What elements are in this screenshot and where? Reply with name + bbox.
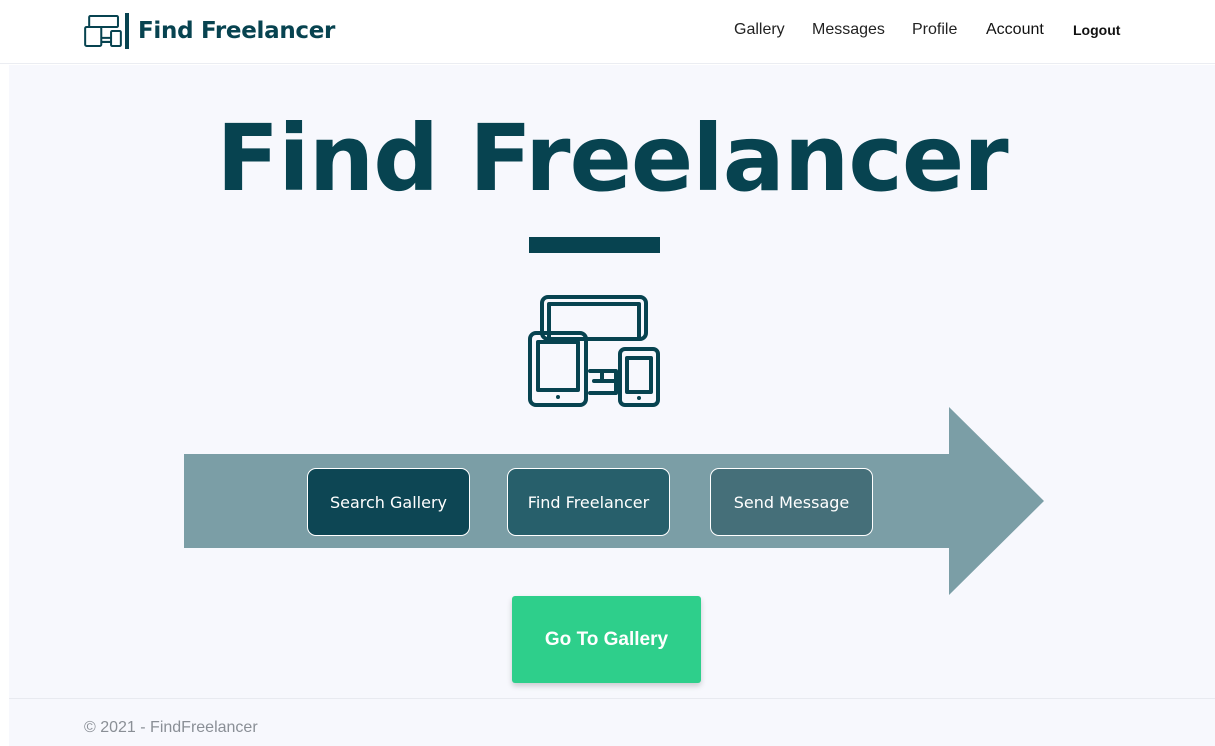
nav-messages[interactable]: Messages (812, 21, 885, 39)
find-freelancer-button[interactable]: Find Freelancer (507, 468, 670, 536)
navbar: Find Freelancer Gallery Messages Profile… (0, 0, 1215, 64)
brand-name: Find Freelancer (138, 18, 336, 44)
send-message-button[interactable]: Send Message (710, 468, 873, 536)
brand-logo[interactable]: Find Freelancer (84, 13, 335, 49)
devices-icon (528, 295, 660, 407)
footer: © 2021 - FindFreelancer (9, 698, 1215, 746)
nav-gallery[interactable]: Gallery (734, 21, 785, 39)
copyright-text: © 2021 - FindFreelancer (84, 719, 258, 736)
title-underline (529, 237, 660, 253)
hero-title: Find Freelancer (216, 105, 1008, 212)
nav-logout[interactable]: Logout (1073, 22, 1120, 38)
go-to-gallery-button[interactable]: Go To Gallery (512, 596, 701, 683)
nav-profile[interactable]: Profile (912, 21, 957, 39)
nav-account[interactable]: Account (986, 21, 1044, 39)
devices-icon (84, 15, 122, 47)
search-gallery-button[interactable]: Search Gallery (307, 468, 470, 536)
hero-section: Find Freelancer Search Gallery Find Free… (9, 65, 1215, 698)
brand-divider (125, 13, 129, 49)
